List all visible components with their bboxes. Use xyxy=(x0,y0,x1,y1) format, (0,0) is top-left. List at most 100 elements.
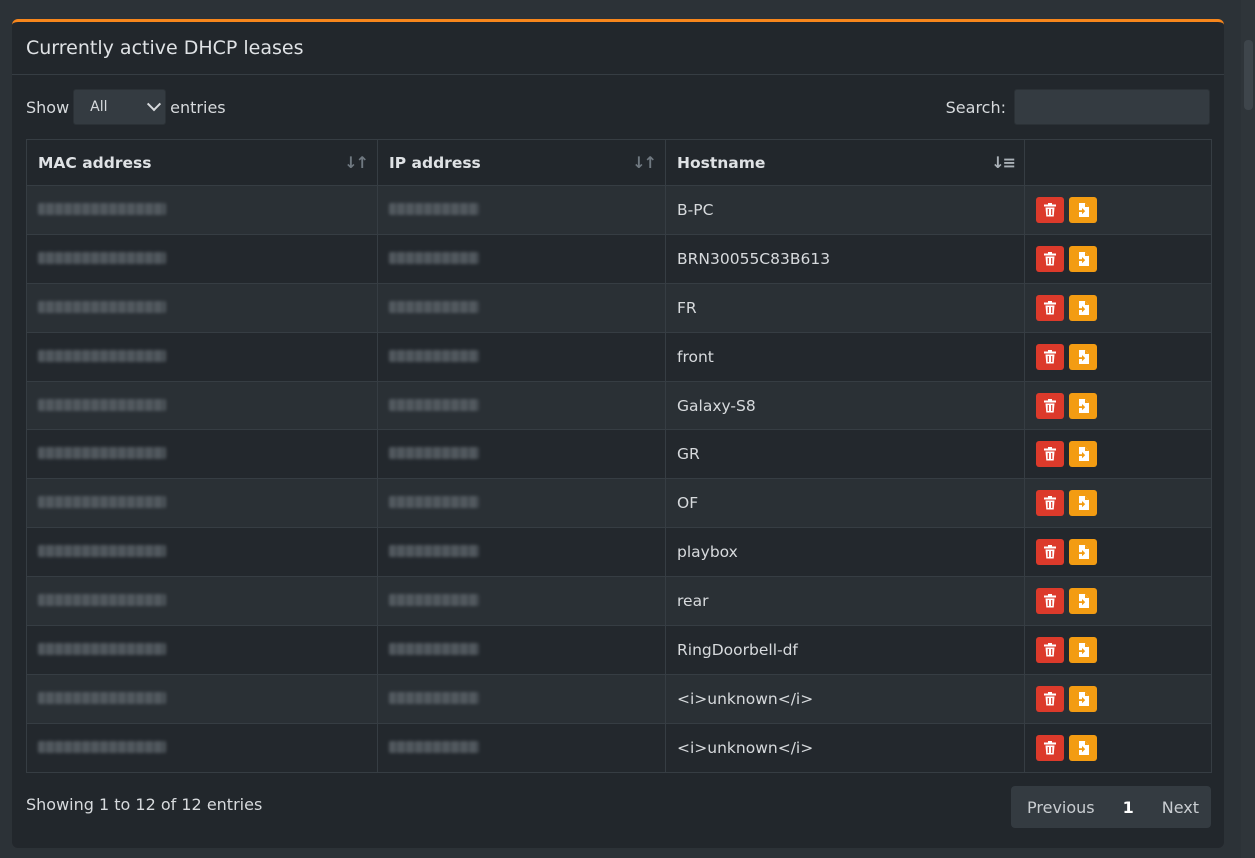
page-1-button[interactable]: 1 xyxy=(1111,786,1146,828)
delete-lease-button[interactable] xyxy=(1036,343,1064,370)
ip-cell xyxy=(377,673,666,724)
table-row: FR xyxy=(26,282,1212,333)
redacted-ip xyxy=(389,251,479,264)
search-input[interactable] xyxy=(1014,89,1210,125)
actions-cell xyxy=(1024,673,1212,724)
delete-lease-button[interactable] xyxy=(1036,539,1064,566)
mac-cell xyxy=(26,429,378,480)
hostname-cell: BRN30055C83B613 xyxy=(665,233,1025,284)
file-import-icon xyxy=(1076,446,1090,462)
card-header: Currently active DHCP leases xyxy=(12,22,1224,75)
file-import-icon xyxy=(1076,202,1090,218)
mac-cell xyxy=(26,380,378,431)
redacted-ip xyxy=(389,740,479,753)
ip-cell xyxy=(377,282,666,333)
row-actions xyxy=(1036,734,1210,761)
redacted-mac xyxy=(38,349,166,362)
trash-icon xyxy=(1044,740,1056,755)
file-import-icon xyxy=(1076,398,1090,414)
redacted-ip xyxy=(389,642,479,655)
add-static-lease-button[interactable] xyxy=(1069,441,1097,468)
add-static-lease-button[interactable] xyxy=(1069,245,1097,272)
column-header-hostname[interactable]: Hostname ↓≡ xyxy=(665,139,1025,186)
redacted-ip xyxy=(389,202,479,215)
table-row: BRN30055C83B613 xyxy=(26,233,1212,284)
redacted-mac xyxy=(38,642,166,655)
file-import-icon xyxy=(1076,642,1090,658)
delete-lease-button[interactable] xyxy=(1036,685,1064,712)
mac-cell xyxy=(26,233,378,284)
add-static-lease-button[interactable] xyxy=(1069,685,1097,712)
table-controls: Show All entries Search: xyxy=(26,88,1210,126)
redacted-mac xyxy=(38,251,166,264)
actions-cell xyxy=(1024,576,1212,627)
entries-label: entries xyxy=(170,97,226,117)
actions-cell xyxy=(1024,478,1212,529)
mac-cell xyxy=(26,722,378,773)
add-static-lease-button[interactable] xyxy=(1069,490,1097,517)
ip-cell xyxy=(377,331,666,382)
entries-select-value: All xyxy=(90,99,108,115)
file-import-icon xyxy=(1076,593,1090,609)
add-static-lease-button[interactable] xyxy=(1069,588,1097,615)
actions-cell xyxy=(1024,722,1212,773)
row-actions xyxy=(1036,636,1210,663)
hostname-cell: B-PC xyxy=(665,185,1025,235)
redacted-mac xyxy=(38,691,166,704)
sort-ascending-icon: ↓≡ xyxy=(991,153,1016,172)
redacted-ip xyxy=(389,691,479,704)
delete-lease-button[interactable] xyxy=(1036,734,1064,761)
trash-icon xyxy=(1044,349,1056,364)
trash-icon xyxy=(1044,642,1056,657)
hostname-cell: front xyxy=(665,331,1025,382)
table-row: OF xyxy=(26,478,1212,529)
mac-cell xyxy=(26,673,378,724)
add-static-lease-button[interactable] xyxy=(1069,392,1097,419)
add-static-lease-button[interactable] xyxy=(1069,294,1097,321)
redacted-mac xyxy=(38,545,166,558)
row-actions xyxy=(1036,392,1210,419)
previous-page-button[interactable]: Previous xyxy=(1011,786,1111,828)
add-static-lease-button[interactable] xyxy=(1069,196,1097,223)
row-actions xyxy=(1036,588,1210,615)
hostname-cell: playbox xyxy=(665,527,1025,578)
scroll-thumb[interactable] xyxy=(1244,40,1253,110)
search-label: Search: xyxy=(945,97,1006,117)
redacted-mac xyxy=(38,202,166,215)
add-static-lease-button[interactable] xyxy=(1069,636,1097,663)
redacted-ip xyxy=(389,496,479,509)
hostname-cell: <i>unknown</i> xyxy=(665,722,1025,773)
length-control: Show All entries xyxy=(26,88,226,126)
redacted-ip xyxy=(389,349,479,362)
delete-lease-button[interactable] xyxy=(1036,196,1064,223)
table-info: Showing 1 to 12 of 12 entries xyxy=(26,795,263,814)
actions-cell xyxy=(1024,625,1212,675)
delete-lease-button[interactable] xyxy=(1036,636,1064,663)
redacted-mac xyxy=(38,300,166,313)
entries-select[interactable]: All xyxy=(73,89,167,125)
column-header-actions xyxy=(1024,139,1212,186)
add-static-lease-button[interactable] xyxy=(1069,539,1097,566)
redacted-ip xyxy=(389,398,479,411)
add-static-lease-button[interactable] xyxy=(1069,343,1097,370)
ip-cell xyxy=(377,185,666,235)
chevron-down-icon xyxy=(147,97,162,112)
mac-cell xyxy=(26,576,378,627)
page-scrollbar[interactable] xyxy=(1241,0,1255,858)
table-body: B-PC BRN30055C83B613 FR front Galaxy-S8 GR OF p… xyxy=(26,185,1212,773)
column-header-ip[interactable]: IP address ↓↑ xyxy=(377,139,666,186)
delete-lease-button[interactable] xyxy=(1036,392,1064,419)
next-page-button[interactable]: Next xyxy=(1146,786,1215,828)
actions-cell xyxy=(1024,429,1212,480)
delete-lease-button[interactable] xyxy=(1036,588,1064,615)
delete-lease-button[interactable] xyxy=(1036,490,1064,517)
delete-lease-button[interactable] xyxy=(1036,245,1064,272)
column-header-mac[interactable]: MAC address ↓↑ xyxy=(26,139,378,186)
file-import-icon xyxy=(1076,300,1090,316)
delete-lease-button[interactable] xyxy=(1036,294,1064,321)
add-static-lease-button[interactable] xyxy=(1069,734,1097,761)
sort-icon: ↓↑ xyxy=(344,153,369,172)
delete-lease-button[interactable] xyxy=(1036,441,1064,468)
card-title: Currently active DHCP leases xyxy=(26,37,304,59)
row-actions xyxy=(1036,294,1210,321)
